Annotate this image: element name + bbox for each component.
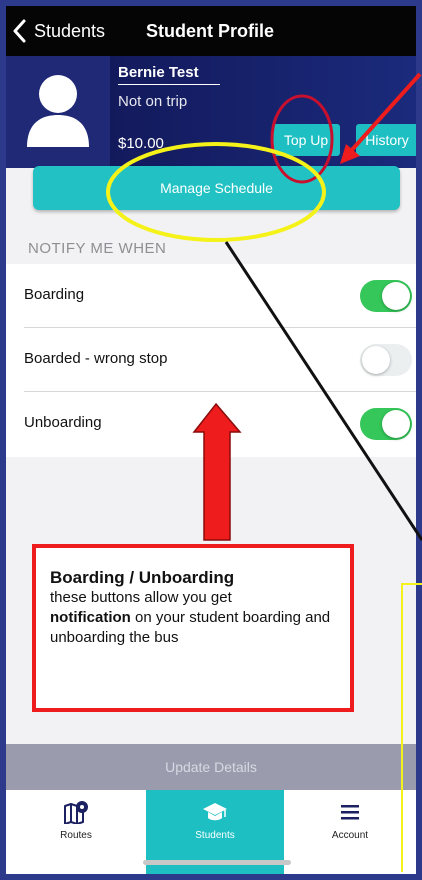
- page-title: Student Profile: [146, 21, 275, 41]
- menu-icon: [341, 805, 359, 820]
- tab-label-students: Students: [195, 830, 235, 841]
- profile-header: Bernie Test Not on trip $10.00 Top Up Hi…: [6, 56, 416, 168]
- notification-list: Boarding Boarded - wrong stop Unboarding: [6, 264, 416, 457]
- toggle-knob: [382, 410, 410, 438]
- row-label-boarding: Boarding: [24, 286, 85, 303]
- wrong-stop-toggle[interactable]: [360, 344, 412, 376]
- toggle-knob: [362, 346, 390, 374]
- toggle-knob: [382, 282, 410, 310]
- student-info: Bernie Test Not on trip $10.00 Top Up Hi…: [110, 56, 416, 168]
- avatar: [6, 56, 110, 168]
- map-icon: [64, 801, 88, 824]
- row-label-wrong-stop: Boarded - wrong stop: [24, 350, 168, 367]
- app-screen: Students Student Profile Bernie Test Not…: [6, 6, 416, 874]
- trip-status: Not on trip: [118, 93, 188, 110]
- callout-body: these buttons allow you get notification …: [50, 589, 331, 646]
- tab-account[interactable]: Account: [284, 790, 416, 874]
- unboarding-toggle[interactable]: [360, 408, 412, 440]
- tab-label-routes: Routes: [60, 830, 92, 841]
- person-icon: [27, 75, 89, 147]
- notify-heading: NOTIFY ME WHEN: [28, 240, 167, 257]
- list-item: Boarding: [6, 264, 416, 328]
- list-item: Boarded - wrong stop: [6, 328, 416, 392]
- history-button[interactable]: History: [356, 124, 416, 156]
- home-indicator: [143, 860, 291, 865]
- graduation-cap-icon: [203, 803, 227, 821]
- back-button[interactable]: Students: [12, 16, 105, 46]
- annotation-callout: Boarding / Unboarding these buttons allo…: [32, 544, 354, 712]
- callout-title: Boarding / Unboarding: [50, 568, 235, 587]
- navigation-bar: Students Student Profile: [6, 6, 416, 56]
- back-label: Students: [34, 20, 106, 41]
- chevron-left-icon: [13, 19, 26, 43]
- list-item: Unboarding: [6, 392, 416, 456]
- balance: $10.00: [118, 135, 164, 152]
- tab-label-account: Account: [331, 830, 369, 841]
- callout-bold: notification: [50, 609, 131, 626]
- student-name: Bernie Test: [118, 64, 220, 85]
- tab-routes[interactable]: Routes: [6, 790, 146, 874]
- update-details-button[interactable]: Update Details: [6, 744, 416, 790]
- top-up-button[interactable]: Top Up: [272, 124, 340, 156]
- boarding-toggle[interactable]: [360, 280, 412, 312]
- manage-schedule-button[interactable]: Manage Schedule: [33, 166, 400, 210]
- row-label-unboarding: Unboarding: [24, 414, 102, 431]
